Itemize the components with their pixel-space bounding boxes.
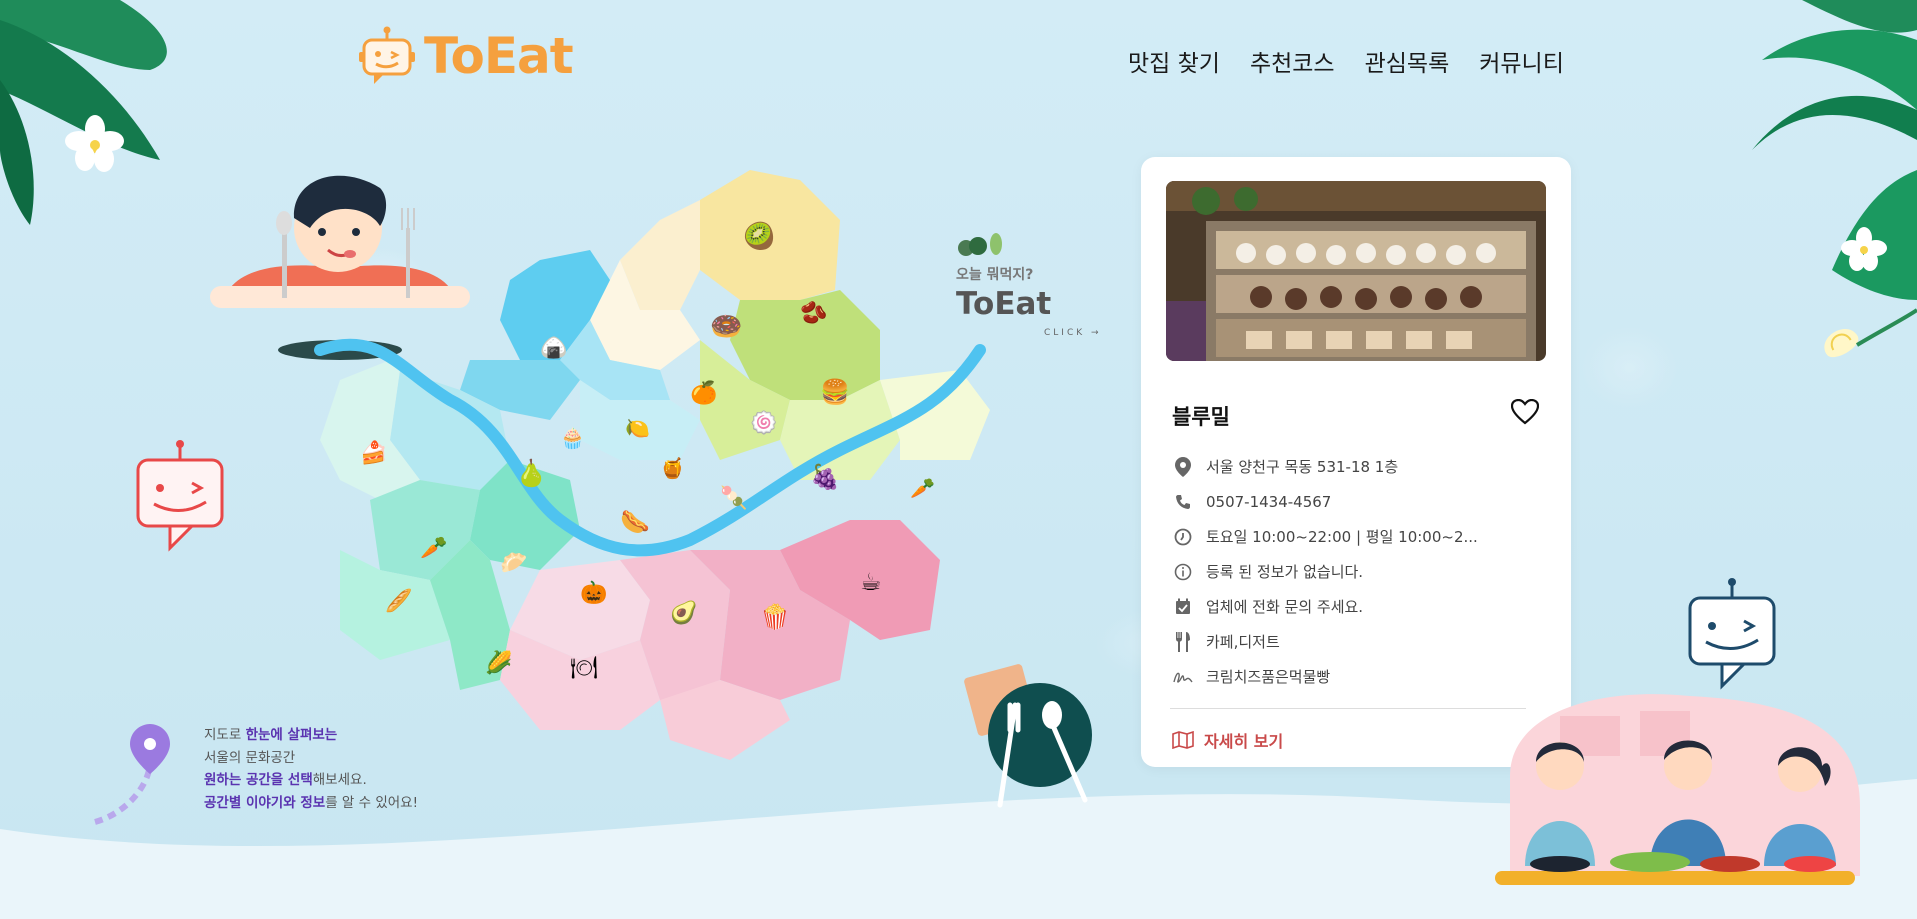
caption-line3-bold: 원하는 공간을 선택 — [204, 772, 313, 788]
location-path-icon — [94, 724, 170, 825]
info-category: 카페,디저트 — [1172, 624, 1478, 659]
logo-text: ToEat — [424, 27, 574, 85]
trees-icon — [958, 233, 1002, 256]
info-menu: 크림치즈품은먹물빵 — [1172, 659, 1478, 694]
clock-icon — [1172, 526, 1194, 548]
place-photo — [1166, 181, 1546, 361]
caption-line4-bold: 공간별 이야기와 정보 — [204, 794, 326, 811]
reservation-text: 업체에 전화 문의 주세요. — [1206, 598, 1364, 616]
hours-text: 토요일 10:00~22:00 | 평일 10:00~2... — [1206, 528, 1478, 546]
avocado-icon: 🥑 — [670, 598, 697, 626]
robot-mascot-right — [1688, 578, 1776, 690]
robot-mascot-left — [136, 440, 224, 552]
burger-icon: 🍔 — [820, 378, 850, 406]
coffee-bean-icon: 🫘 — [800, 299, 827, 326]
info-phone: 0507-1434-4567 — [1172, 484, 1478, 519]
calendar-check-icon — [1172, 596, 1194, 618]
carrot-small-icon: 🥕 — [420, 535, 447, 561]
tea-cup-icon: ☕ — [860, 568, 882, 596]
location-pin-icon — [1172, 456, 1194, 478]
lemon-icon: 🍋 — [625, 416, 650, 440]
info-icon — [1172, 561, 1194, 583]
phone-text[interactable]: 0507-1434-4567 — [1206, 493, 1331, 511]
promo-click: CLICK → — [1044, 328, 1102, 338]
detail-view-button[interactable]: 자세히 보기 — [1172, 728, 1283, 752]
heart-icon[interactable] — [1511, 399, 1539, 425]
promo-link[interactable]: 오늘 뭐먹지? ToEat CLICK → — [956, 232, 1102, 338]
address-text: 서울 양천구 목동 531-18 1층 — [1206, 458, 1399, 476]
cupcake-icon: 🧁 — [560, 426, 585, 450]
pear-icon: 🍐 — [515, 458, 547, 489]
popcorn-icon: 🍿 — [760, 603, 790, 631]
nav-favorites[interactable]: 관심목록 — [1365, 44, 1450, 78]
bread-icon: 🥖 — [385, 588, 412, 614]
kiwi-icon: 🥝 — [743, 219, 775, 252]
leaf-decoration-right — [1752, 0, 1917, 358]
phone-icon — [1172, 491, 1194, 513]
promo-brand: ToEat — [956, 286, 1052, 322]
place-info-list: 서울 양천구 목동 531-18 1층 0507-1434-4567 토요일 1… — [1172, 449, 1478, 694]
category-text: 카페,디저트 — [1206, 633, 1280, 651]
map-icon — [1172, 731, 1194, 749]
fork-knife-icon — [1172, 631, 1194, 653]
seoul-food-map[interactable]: 🥝 🫘 🍩 🍙 🍊 🍔 🍥 🧁 🍋 🍰 🍐 🍯 🍡 🍇 🥕 🌭 🥕 🥟 🎃 🥖 … — [280, 160, 1000, 760]
popsicle-icon: 🍡 — [720, 484, 747, 511]
leaf-decoration-left — [0, 0, 167, 225]
info-notice: 등록 된 정보가 없습니다. — [1172, 554, 1478, 589]
menu-text: 크림치즈품은먹물빵 — [1206, 668, 1331, 686]
carrot-icon: 🥕 — [910, 476, 935, 500]
nav-recommended-course[interactable]: 추천코스 — [1250, 44, 1335, 78]
logo[interactable]: ToEat — [358, 26, 574, 86]
info-address: 서울 양천구 목동 531-18 1층 — [1172, 449, 1478, 484]
main-nav: 맛집 찾기 추천코스 관심목록 커뮤니티 — [1128, 44, 1564, 78]
caption-line4-text: 를 알 수 있어요! — [325, 794, 418, 811]
promo-question: 오늘 뭐먹지? — [956, 267, 1034, 283]
detail-view-label: 자세히 보기 — [1204, 732, 1284, 751]
place-card: 블루밀 서울 양천구 목동 531-18 1층 0507-1434-4567 토… — [1141, 157, 1571, 767]
caption-line1-bold: 한눈에 살펴보는 — [245, 727, 338, 743]
pumpkin-icon: 🎃 — [580, 580, 607, 606]
corn-icon: 🌽 — [485, 649, 512, 676]
robot-logo-icon — [359, 26, 415, 84]
honey-icon: 🍯 — [660, 456, 685, 480]
grape-icon: 🍇 — [810, 463, 840, 491]
map-caption: 지도로 한눈에 살펴보는 서울의 문화공간 원하는 공간을 선택해보세요. 공간… — [204, 724, 418, 814]
people-eating-illustration — [1495, 694, 1860, 885]
orange-icon: 🍊 — [690, 380, 719, 406]
info-hours: 토요일 10:00~22:00 | 평일 10:00~2... — [1172, 519, 1478, 554]
donut-icon: 🍩 — [710, 312, 742, 342]
cake-icon: 🍰 — [360, 440, 387, 466]
nav-find-restaurant[interactable]: 맛집 찾기 — [1128, 44, 1220, 78]
dumpling-icon: 🥟 — [500, 551, 527, 576]
caption-line2: 서울의 문화공간 — [204, 749, 296, 766]
caption-line3-text: 해보세요. — [312, 772, 367, 788]
info-reservation: 업체에 전화 문의 주세요. — [1172, 589, 1478, 624]
cloche-icon: 🍽 — [570, 656, 598, 681]
sushi-icon: 🍥 — [750, 410, 777, 436]
rice-ball-icon: 🍙 — [540, 335, 567, 361]
place-name: 블루밀 — [1172, 405, 1230, 429]
signature-icon — [1172, 666, 1194, 688]
caption-line1-text: 지도로 — [204, 727, 246, 743]
notice-text: 등록 된 정보가 없습니다. — [1206, 563, 1364, 581]
hotdog-icon: 🌭 — [620, 508, 650, 536]
nav-community[interactable]: 커뮤니티 — [1479, 44, 1564, 78]
card-divider — [1170, 708, 1526, 709]
plate-illustration — [964, 664, 1092, 808]
